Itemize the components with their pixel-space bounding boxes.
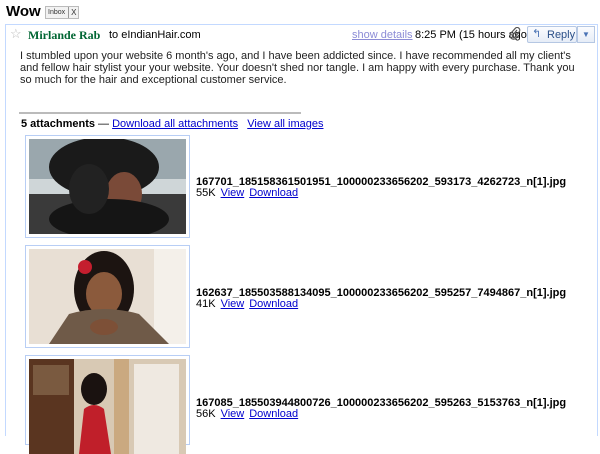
photo-woman-red-flower [29, 249, 186, 344]
photo-woman-fur-hat [29, 139, 186, 234]
attachment-download-link-2[interactable]: Download [249, 298, 298, 310]
star-icon[interactable]: ☆ [10, 26, 22, 42]
more-options-button[interactable]: ▼ [577, 26, 595, 43]
attachment-view-link-1[interactable]: View [221, 187, 245, 199]
attachment-thumbnail-1[interactable] [25, 135, 190, 238]
attachment-meta-2: 41K View Download [196, 298, 303, 310]
show-details-link[interactable]: show details [352, 29, 413, 41]
attachment-size-2: 41K [196, 298, 216, 310]
attachment-view-link-3[interactable]: View [221, 408, 245, 420]
attachment-meta-1: 55K View Download [196, 187, 303, 199]
attachment-size-3: 56K [196, 408, 216, 420]
attachments-dash: — [94, 118, 113, 130]
message-body: I stumbled upon your website 6 month's a… [20, 50, 575, 86]
attachments-count: 5 attachments [21, 118, 95, 130]
reply-button[interactable]: ↰ Reply [527, 26, 577, 43]
attachment-size-1: 55K [196, 187, 216, 199]
inbox-label-chip[interactable]: Inbox X [45, 6, 80, 19]
recipient-line: to eIndianHair.com [109, 29, 201, 41]
remove-label-button[interactable]: X [68, 7, 76, 18]
photo-woman-red-dress-room [29, 359, 186, 454]
view-all-images-link[interactable]: View all images [247, 118, 323, 130]
dropdown-arrow-icon: ▼ [582, 30, 590, 39]
attachments-header: 5 attachments — Download all attachments… [21, 118, 323, 130]
subject-title: Wow [6, 3, 41, 20]
attachment-meta-3: 56K View Download [196, 408, 303, 420]
attachment-download-link-3[interactable]: Download [249, 408, 298, 420]
reply-arrow-icon: ↰ [532, 28, 542, 40]
message-card: ☆ Mirlande Rab to eIndianHair.com show d… [5, 24, 598, 454]
subject-bar: Wow Inbox X [0, 0, 600, 22]
attachment-thumbnail-3[interactable] [25, 355, 190, 454]
label-chip-text: Inbox [48, 9, 66, 16]
reply-label: Reply [547, 29, 576, 41]
sender-name[interactable]: Mirlande Rab [28, 28, 100, 43]
paperclip-icon [509, 26, 521, 44]
attachment-download-link-1[interactable]: Download [249, 187, 298, 199]
download-all-link[interactable]: Download all attachments [112, 118, 238, 130]
attachments-divider [19, 112, 301, 114]
attachment-view-link-2[interactable]: View [221, 298, 245, 310]
attachment-thumbnail-2[interactable] [25, 245, 190, 348]
